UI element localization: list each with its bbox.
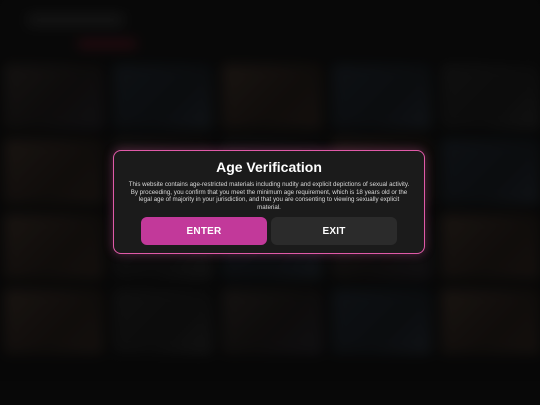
exit-button[interactable]: EXIT [271,217,397,246]
modal-button-row: ENTER EXIT [128,217,410,246]
enter-button[interactable]: ENTER [141,217,267,246]
age-verification-modal: Age Verification This website contains a… [113,150,425,254]
modal-message: This website contains age-restricted mat… [128,181,410,211]
modal-title: Age Verification [216,159,322,175]
page: Age Verification This website contains a… [0,0,540,405]
